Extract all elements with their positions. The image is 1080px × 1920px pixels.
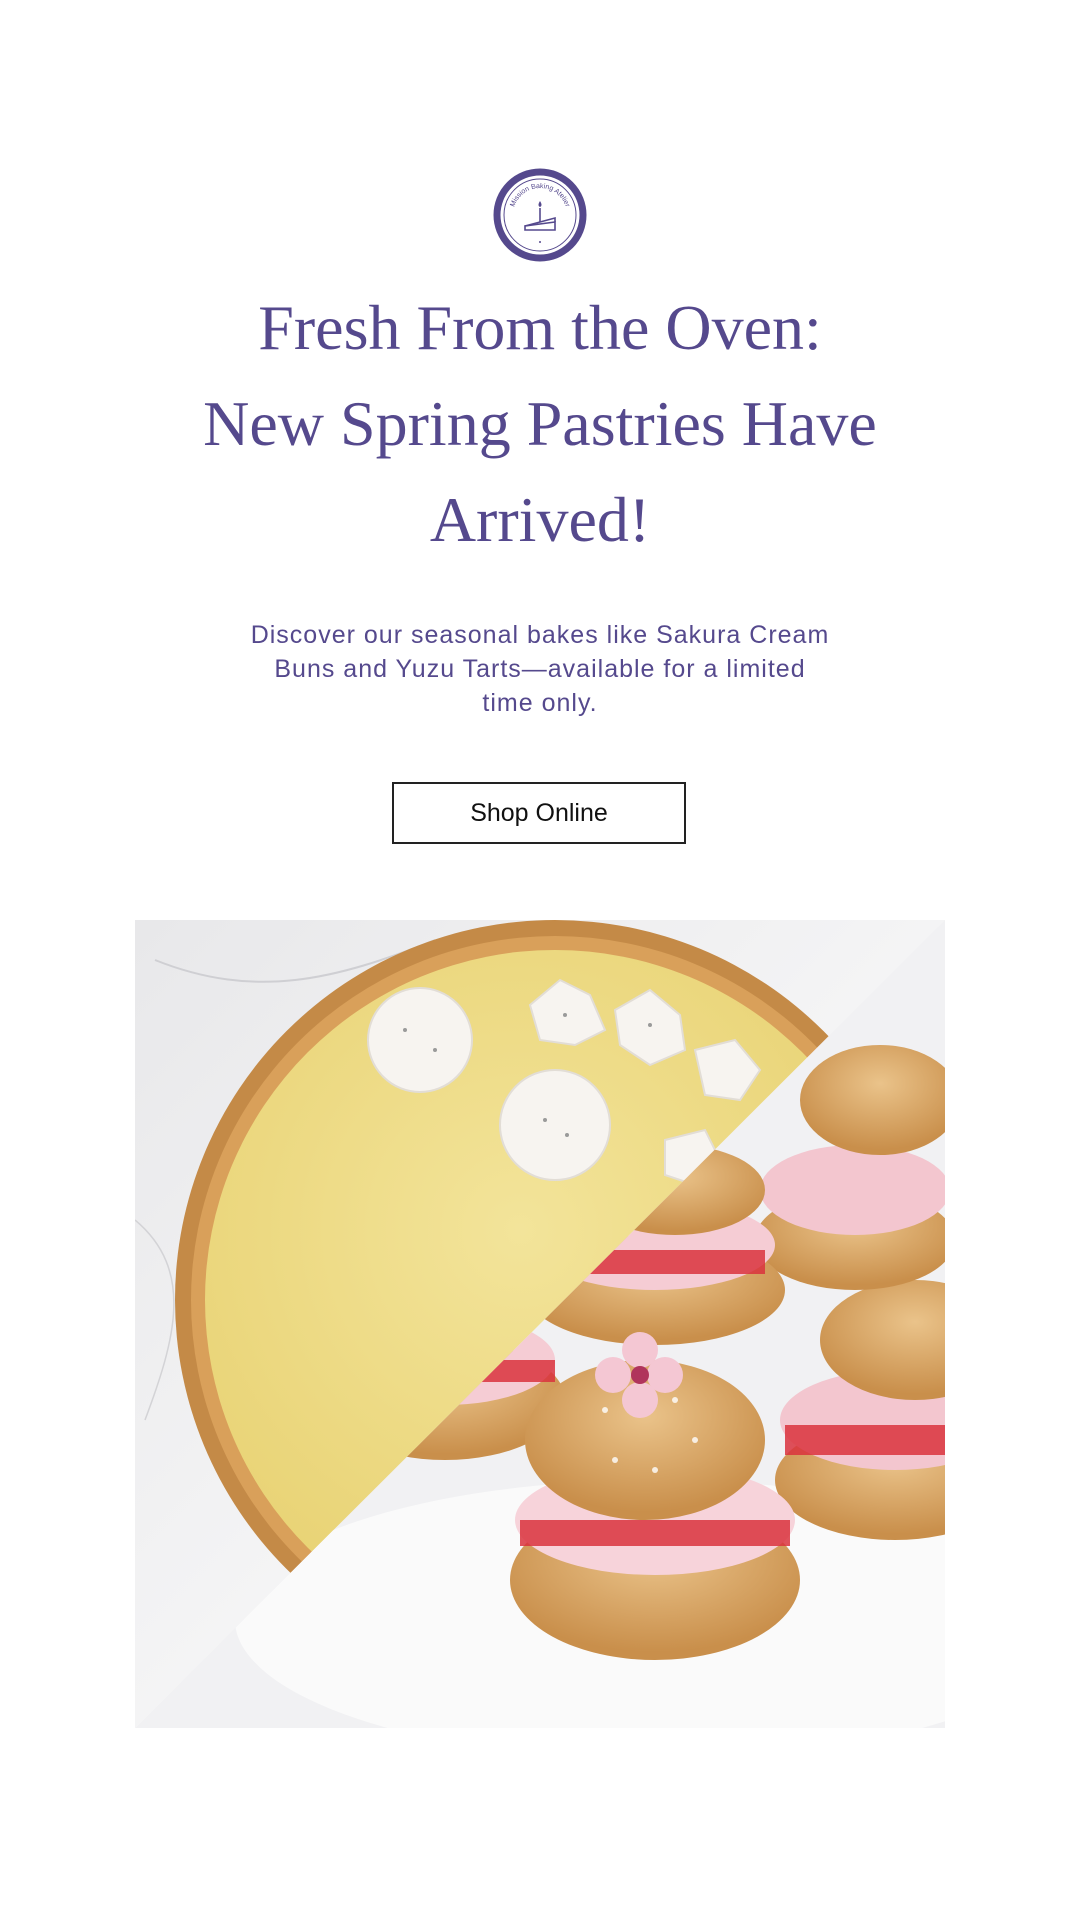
- headline-line-2: New Spring Pastries Have: [203, 388, 877, 459]
- cake-logo-icon: Mission Baking Atelier: [493, 168, 587, 262]
- headline-line-1: Fresh From the Oven:: [258, 292, 822, 363]
- body-copy: Discover our seasonal bakes like Sakura …: [250, 621, 830, 717]
- headline: Fresh From the Oven: New Spring Pastries…: [90, 280, 990, 568]
- pastry-photo: [135, 920, 945, 1728]
- headline-line-3: Arrived!: [429, 484, 651, 555]
- email-page: Mission Baking Atelier Fresh From the Ov…: [0, 0, 1080, 1920]
- brand-logo[interactable]: Mission Baking Atelier: [493, 168, 587, 262]
- shop-online-button[interactable]: Shop Online: [392, 782, 686, 844]
- hero-image[interactable]: [135, 920, 945, 1728]
